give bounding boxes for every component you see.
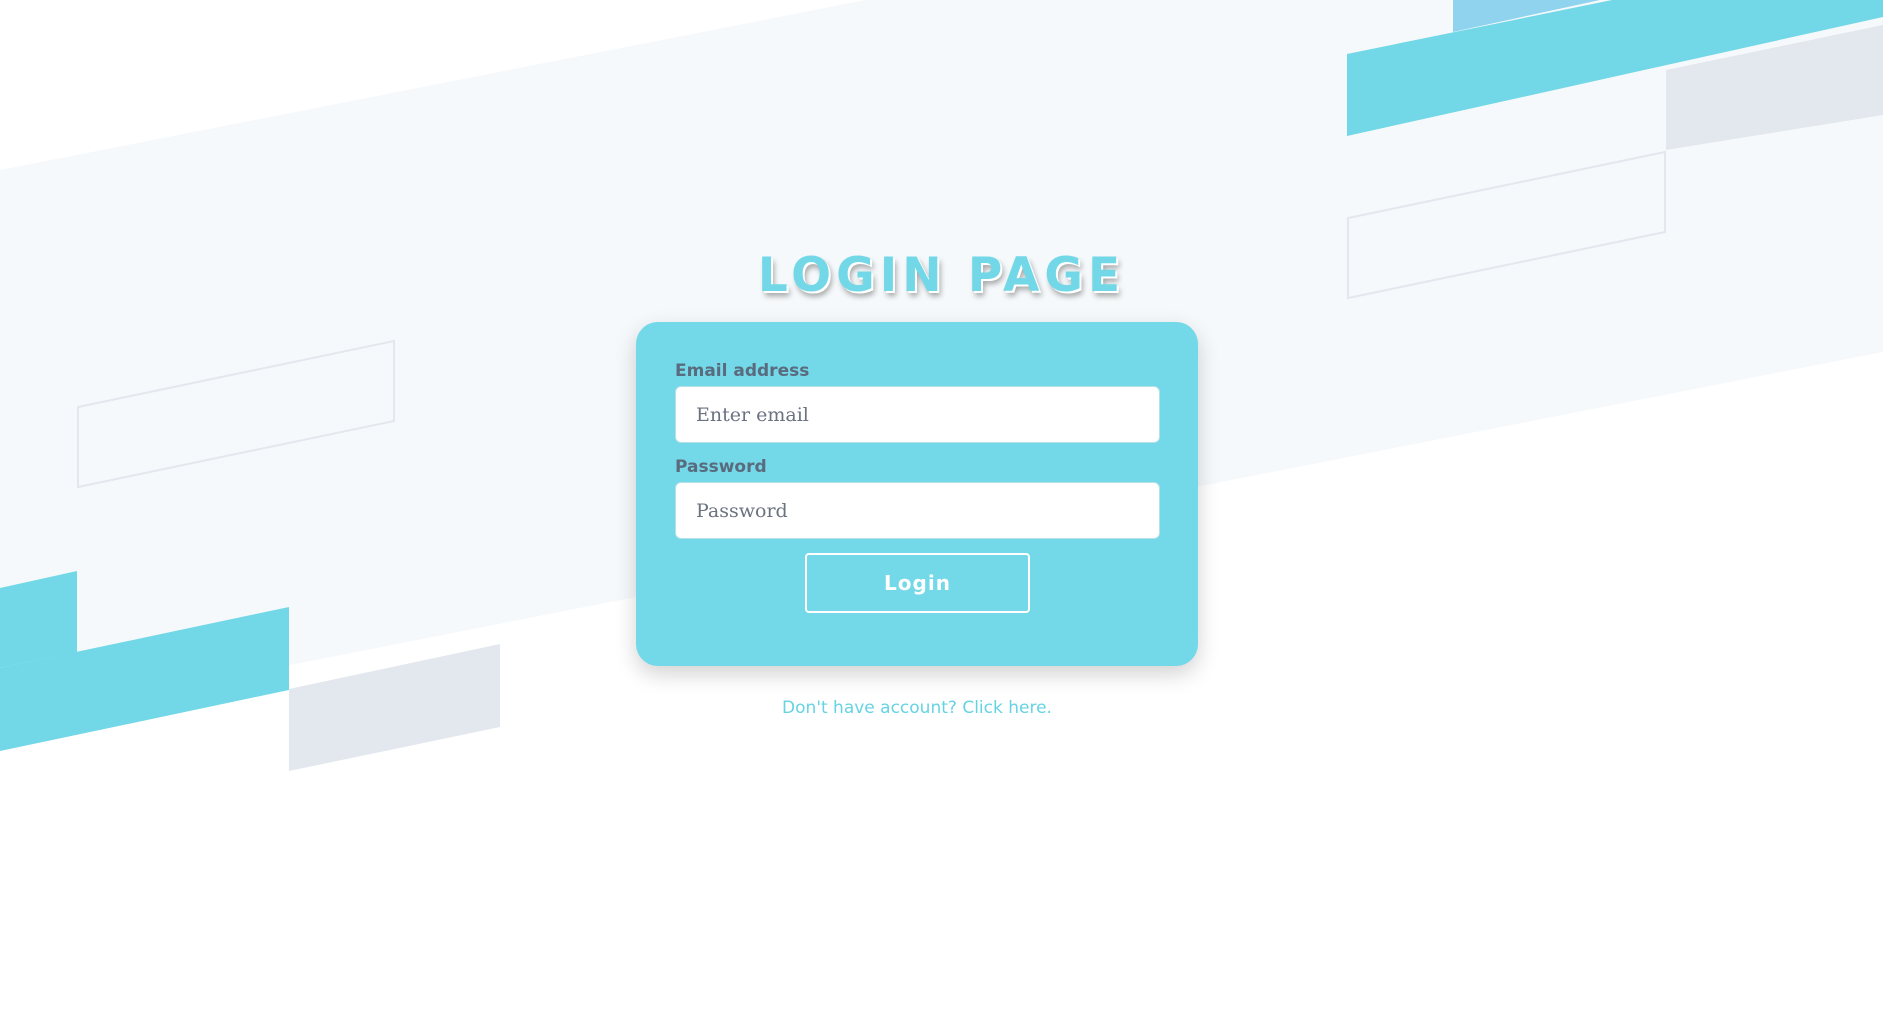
signup-prompt: Don't have account? Click here. xyxy=(0,698,1834,718)
email-input[interactable] xyxy=(675,386,1160,443)
password-label: Password xyxy=(675,457,767,477)
decor-shape-left-small-teal xyxy=(0,571,77,668)
signup-link[interactable]: Don't have account? Click here. xyxy=(782,698,1052,718)
login-card: Email address Password Login xyxy=(636,322,1198,666)
login-button[interactable]: Login xyxy=(805,553,1030,613)
email-label: Email address xyxy=(675,361,810,381)
page-title: LOGIN PAGE xyxy=(757,248,1126,303)
login-page: LOGIN PAGE Email address Password Login … xyxy=(0,0,1883,1019)
password-input[interactable] xyxy=(675,482,1160,539)
